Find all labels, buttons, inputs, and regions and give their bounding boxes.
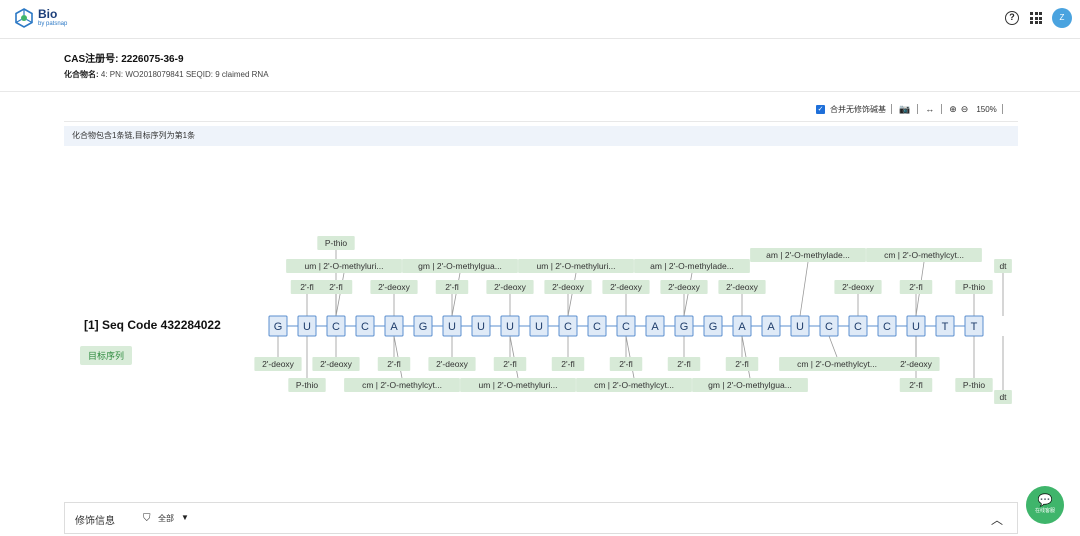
modification-tag-label: um | 2'-O-methyluri... (305, 261, 384, 271)
modification-tag-label: 2'-deoxy (552, 282, 585, 292)
modification-tag-label: 2'-fl (387, 359, 401, 369)
annotation-connector (799, 261, 809, 317)
modification-tag-label: 2'-fl (909, 282, 923, 292)
base-letter: A (767, 321, 775, 333)
modification-tag-label: um | 2'-O-methyluri... (479, 380, 558, 390)
base-letter: G (709, 321, 718, 333)
modification-tag-label: 2'-fl (561, 359, 575, 369)
modification-tag-label: dt (999, 261, 1007, 271)
modification-tag-label: 2'-fl (909, 380, 923, 390)
modification-tag-label: 2'-fl (445, 282, 459, 292)
online-support-button[interactable]: 💬 在线客服 (1026, 486, 1064, 524)
base-letter: U (796, 321, 804, 333)
base-letter: A (738, 321, 746, 333)
modification-tag-label: 2'-deoxy (378, 282, 411, 292)
base-letter: C (883, 321, 891, 333)
base-letter: C (593, 321, 601, 333)
modification-tag-label: cm | 2'-O-methylcyt... (594, 380, 674, 390)
modification-tag-label: 2'-deoxy (726, 282, 759, 292)
modification-tag-label: 2'-deoxy (320, 359, 353, 369)
modification-tag-label: 2'-deoxy (436, 359, 469, 369)
modification-tag-label: 2'-deoxy (610, 282, 643, 292)
modification-tag-label: 2'-fl (300, 282, 314, 292)
sequence-diagram: P-thio um | 2'-O-methyluri... gm | 2'-O-me… (254, 236, 1012, 404)
modification-tag-label: cm | 2'-O-methylcyt... (884, 250, 964, 260)
annotation-connector (828, 335, 838, 358)
annotation-connector (451, 272, 461, 317)
base-letter: T (971, 321, 978, 333)
chat-label: 在线客服 (1034, 508, 1055, 514)
modification-tag-label: gm | 2'-O-methylgua... (708, 380, 792, 390)
base-letter: C (361, 321, 369, 333)
modification-tag-label: 2'-deoxy (494, 282, 527, 292)
modification-tag-label: 2'-fl (735, 359, 749, 369)
modification-tag-label: cm | 2'-O-methylcyt... (797, 359, 877, 369)
base-letter: G (419, 321, 428, 333)
base-letter: U (912, 321, 920, 333)
modification-tag-label: 2'-deoxy (900, 359, 933, 369)
modification-tag-label: P-thio (296, 380, 318, 390)
modification-tag-label: 2'-fl (503, 359, 517, 369)
modification-tag-label: 2'-fl (619, 359, 633, 369)
base-letter: U (535, 321, 543, 333)
base-letter: C (332, 321, 340, 333)
base-letter: U (303, 321, 311, 333)
modification-tag-label: dt (999, 392, 1007, 402)
base-letter: T (942, 321, 949, 333)
base-letter: A (651, 321, 659, 333)
modification-panel: 修饰信息 ⛉ 全部 ▼ ︿ (64, 502, 1018, 534)
modification-tag-label: 2'-deoxy (668, 282, 701, 292)
collapse-chevron-icon[interactable]: ︿ (991, 511, 1003, 528)
modification-tag-label: am | 2'-O-methylade... (650, 261, 734, 271)
modification-tag-label: gm | 2'-O-methylgua... (418, 261, 502, 271)
base-letter: U (448, 321, 456, 333)
modification-tag-label: cm | 2'-O-methylcyt... (362, 380, 442, 390)
base-letter: G (274, 321, 283, 333)
modification-info-label: 修饰信息 (75, 516, 115, 527)
base-letter: C (825, 321, 833, 333)
modification-tag-label: am | 2'-O-methylade... (766, 250, 850, 260)
base-letter: C (564, 321, 572, 333)
base-letter: A (390, 321, 398, 333)
annotation-connector (683, 272, 693, 317)
base-letter: U (506, 321, 514, 333)
annotation-connector (567, 272, 577, 317)
annotation-connector (335, 272, 345, 317)
modification-tag-label: P-thio (325, 238, 347, 248)
modification-tag-label: 2'-deoxy (262, 359, 295, 369)
filter-icon[interactable]: ⛉ (143, 513, 151, 524)
modification-tag-label: um | 2'-O-methyluri... (537, 261, 616, 271)
filter-select[interactable]: 全部 (158, 513, 174, 524)
base-letter: C (854, 321, 862, 333)
modification-tag-label: 2'-fl (677, 359, 691, 369)
chat-icon: 💬 (1037, 493, 1053, 507)
base-letter: U (477, 321, 485, 333)
caret-down-icon[interactable]: ▼ (181, 513, 189, 522)
modification-tag-label: P-thio (963, 380, 985, 390)
base-letter: C (622, 321, 630, 333)
modification-tag-label: 2'-deoxy (842, 282, 875, 292)
modification-tag-label: P-thio (963, 282, 985, 292)
modification-tag-label: 2'-fl (329, 282, 343, 292)
base-letter: G (680, 321, 689, 333)
